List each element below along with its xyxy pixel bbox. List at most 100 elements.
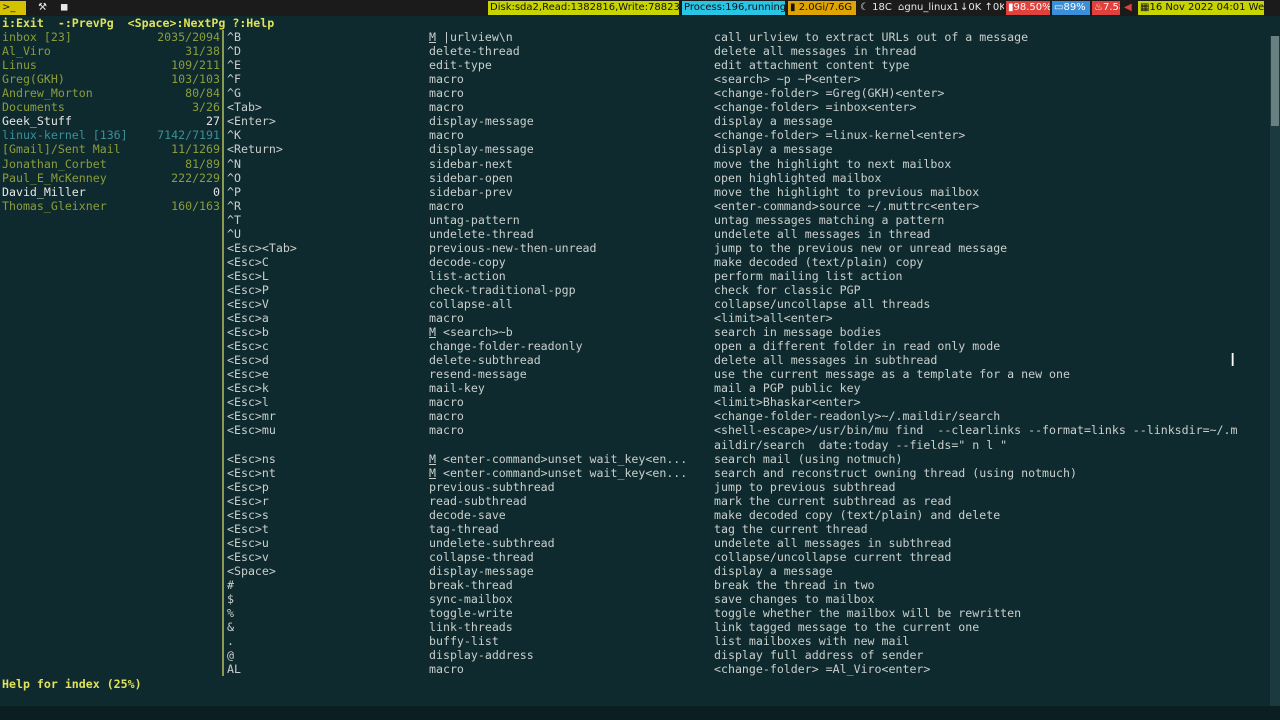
terminal-scrollbar[interactable] [1270, 36, 1280, 720]
cpu-status: ▭89% [1052, 1, 1090, 15]
clock-status: ▦16 Nov 2022 04:01 Wed [1138, 1, 1264, 15]
key-sequence: % [227, 606, 234, 621]
key-sequence: <Enter> [227, 114, 276, 129]
function-name: link-threads [429, 620, 513, 634]
function-name: sidebar-prev [429, 185, 513, 199]
function-text: macro [429, 100, 464, 115]
key-sequence: <Esc>l [227, 395, 269, 410]
key-sequence: <Esc>s [227, 507, 269, 522]
function-text: macro [429, 395, 464, 410]
keybinding-row: . buffy-list list mailboxes with new mail [0, 634, 1270, 648]
binding-description: display a message [714, 563, 833, 578]
key-sequence: <Esc>t [227, 521, 269, 536]
binding-description: aildir/search date:today --fields=" n l … [714, 437, 1008, 452]
function-name: macro [429, 662, 464, 676]
function-name: change-folder-readonly [429, 339, 583, 353]
binding-description: search mail (using notmuch) [714, 451, 903, 466]
key-sequence: # [227, 578, 234, 592]
key-sequence: <Esc>e [227, 367, 269, 382]
keybinding-row: <Esc>t tag-thread tag the current thread [0, 522, 1270, 536]
function-name: macro [429, 128, 464, 142]
binding-description: list mailboxes with new mail [714, 634, 910, 649]
wrench-icon[interactable]: ⚒ [36, 1, 50, 15]
process-status: Process:196,running:7 [682, 1, 785, 15]
binding-description: mark the current subthread as read [714, 493, 952, 508]
binding-description: move the highlight to next mailbox [714, 156, 952, 171]
function-name: collapse-all [429, 297, 513, 311]
function-text: previous-subthread [429, 479, 555, 494]
binding-description: tag the current thread [714, 521, 868, 536]
binding-description: link tagged message to the current one [714, 620, 980, 635]
function-name: macro [429, 311, 464, 325]
keybinding-row: <Esc>v collapse-thread collapse/uncollapse… [0, 550, 1270, 564]
function-text: sync-mailbox [429, 592, 513, 607]
binding-description: save changes to mailbox [714, 592, 875, 607]
function-name: display-message [429, 114, 534, 128]
key-sequence: <Space> [227, 563, 276, 578]
function-text: list-action [429, 268, 506, 283]
keybinding-row: <Esc>a macro <limit>all<enter> [0, 311, 1270, 325]
camera-icon[interactable]: ◼ [58, 1, 72, 15]
key-sequence: <Esc>ns [227, 451, 276, 466]
function-name: undelete-thread [429, 227, 534, 241]
volume-icon[interactable]: ◀ [1122, 1, 1136, 15]
key-sequence: @ [227, 648, 234, 663]
keybinding-row: <Esc>C decode-copy make decoded (text/plai… [0, 255, 1270, 269]
keybinding-row: <Esc>l macro <limit>Bhaskar<enter> [0, 395, 1270, 409]
binding-description: <enter-command>source ~/.muttrc<enter> [714, 198, 980, 213]
key-sequence: <Esc>u [227, 535, 269, 550]
binding-description: check for classic PGP [714, 282, 861, 297]
keybinding-row: ^D delete-thread delete all messages in th… [0, 44, 1270, 58]
terminal-window[interactable]: i:Exit -:PrevPg <Space>:NextPg ?:Help in… [0, 16, 1280, 720]
function-text: delete-thread [429, 44, 520, 59]
macro-marker: M [429, 30, 436, 45]
binding-description: jump to the previous new or unread messa… [714, 240, 1008, 255]
temp-status: ♨7.58 [1092, 1, 1120, 15]
keybinding-row: <Esc>u undelete-subthread undelete all mes… [0, 536, 1270, 550]
function-name: display-message [429, 142, 534, 156]
function-name: macro [429, 72, 464, 86]
key-sequence: ^F [227, 72, 241, 87]
function-text: edit-type [429, 58, 492, 73]
function-text: previous-new-then-unread [429, 240, 597, 255]
help-legend: i:Exit -:PrevPg <Space>:NextPg ?:Help [2, 16, 275, 30]
function-text: macro [429, 72, 464, 87]
function-name: tag-thread [429, 522, 499, 536]
key-sequence: <Esc>v [227, 549, 269, 564]
network-value: 0K ↑0K [968, 2, 1004, 13]
function-text: macro [429, 311, 464, 326]
function-text: macro [429, 128, 464, 143]
keybinding-row: <Esc>nt M <enter-command>unset wait_key<e… [0, 466, 1270, 480]
keybinding-row: ^O sidebar-open open highlighted mailbox [0, 171, 1270, 185]
binding-description: <change-folder-readonly>~/.maildir/searc… [714, 409, 1001, 424]
function-text: delete-subthread [429, 353, 541, 368]
function-text: decode-save [429, 507, 506, 522]
keybinding-row: ^T untag-pattern untag messages matching a… [0, 213, 1270, 227]
function-name: macro [429, 100, 464, 114]
key-sequence: ^N [227, 156, 241, 171]
workspace-indicator[interactable]: >_ [0, 1, 26, 15]
binding-description: edit attachment content type [714, 58, 910, 73]
key-sequence: <Esc>C [227, 254, 269, 269]
keybinding-row: <Enter> display-message display a message [0, 114, 1270, 128]
key-sequence: <Esc>r [227, 493, 269, 508]
binding-description: break the thread in two [714, 578, 875, 592]
command-line[interactable] [0, 706, 1280, 720]
function-text: mail-key [429, 381, 485, 396]
function-name: collapse-thread [429, 550, 534, 564]
function-name: undelete-subthread [429, 536, 555, 550]
key-sequence: <Esc>mu [227, 423, 276, 438]
function-name: display-address [429, 648, 534, 662]
binding-description: <search> ~p ~P<enter> [714, 72, 861, 87]
function-text: display-message [429, 563, 534, 578]
scrollbar-thumb[interactable] [1271, 36, 1279, 126]
keybinding-row: <Esc><Tab> previous-new-then-unread jump t… [0, 241, 1270, 255]
host-value: gnu_linux1 [904, 2, 958, 13]
keybinding-row: <Esc>L list-action perform mailing list ac… [0, 269, 1270, 283]
keybinding-row: <Tab> macro <change-folder> =inbox<enter> [0, 100, 1270, 114]
function-text: buffy-list [429, 634, 499, 649]
function-name: previous-new-then-unread [429, 241, 597, 255]
battery-status: ▮98.50% [1006, 1, 1050, 15]
keybinding-row: ^B M |urlview\n call urlview to extract UR… [0, 30, 1270, 44]
binding-description: use the current message as a template fo… [714, 367, 1070, 382]
